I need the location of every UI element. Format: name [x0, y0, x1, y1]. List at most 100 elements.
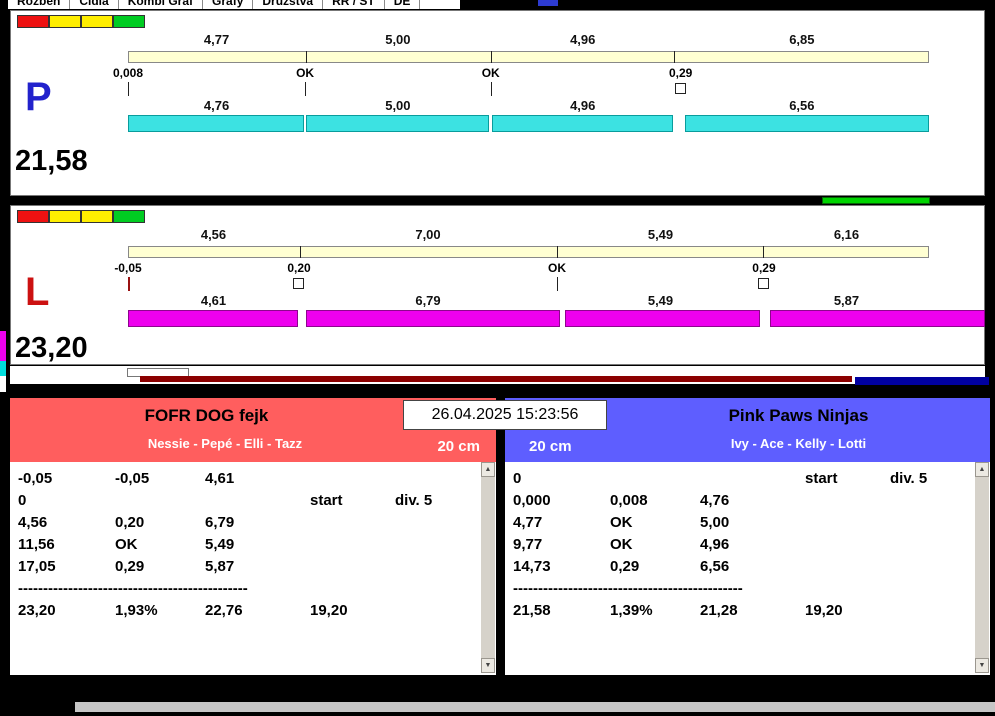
start-light-red — [17, 15, 49, 28]
cell: 22,76 — [205, 602, 243, 619]
split-time-label: 5,00 — [385, 32, 411, 47]
split-time-label: 4,56 — [200, 227, 227, 242]
green-progress-bar — [822, 197, 930, 204]
table-row-total[interactable]: 21,58 1,39% 21,28 19,20 — [505, 600, 990, 622]
cell — [310, 512, 395, 534]
edge-fragment-cyan — [0, 361, 6, 376]
window-fragment — [538, 0, 558, 6]
cell: 1,93% — [115, 602, 158, 619]
scrollbar[interactable]: ▲ ▼ — [481, 462, 495, 673]
cell: 4,61 — [205, 470, 235, 487]
cell: 0,008 — [610, 492, 648, 509]
crossing-time-label: 0,008 — [112, 66, 144, 80]
table-row[interactable]: 0 start div. 5 — [505, 468, 990, 490]
run-bar-segment — [306, 115, 490, 132]
bar-tick — [305, 51, 307, 63]
table-row[interactable]: 0 start div. 5 — [10, 490, 496, 512]
crossing-time-label: OK — [481, 66, 500, 80]
cell: 5,00 — [700, 514, 730, 531]
table-row[interactable]: 4,77 OK 5,00 — [505, 512, 990, 534]
crossing-time-label: -0,05 — [114, 261, 142, 275]
jump-height: 20 cm — [529, 438, 572, 455]
cell — [805, 534, 890, 556]
lane-panel-p: 4,77 5,00 4,96 6,85 0,008 OK OK 0,29 4,7… — [10, 10, 985, 196]
bar-tick — [490, 51, 492, 63]
cell: 0 — [18, 492, 27, 509]
table-row-total[interactable]: 23,20 1,93% 22,76 19,20 — [10, 600, 496, 622]
crossing-time-label: OK — [548, 261, 566, 275]
tab-kombi-graf[interactable]: Kombi Graf — [118, 0, 204, 9]
cell: 23,20 — [18, 602, 56, 619]
lane-l-splits-bottom: 4,61 6,79 5,49 5,87 — [128, 293, 929, 309]
start-light-yellow-1 — [49, 210, 81, 223]
scroll-up-button[interactable]: ▲ — [975, 462, 989, 477]
table-row[interactable]: 14,73 0,29 6,56 — [505, 556, 990, 578]
crossing-time-label: 0,29 — [669, 66, 693, 80]
team-name: FOFR DOG fejk — [144, 406, 269, 425]
split-time-label: 6,56 — [789, 98, 815, 113]
app-window: Rozběh Čidla Kombi Graf Grafy Družstva R… — [0, 0, 995, 716]
cell: start — [805, 470, 838, 487]
split-time-label: 5,49 — [647, 293, 674, 308]
tab-rozbeh[interactable]: Rozběh — [8, 0, 71, 9]
split-time-label: 6,79 — [415, 293, 441, 308]
team-panel-right: Pink Paws Ninjas Ivy - Ace - Kelly - Lot… — [505, 398, 990, 675]
lane-p-run-bars — [128, 115, 929, 132]
lane-p-splits-top: 4,77 5,00 4,96 6,85 — [128, 32, 929, 48]
scrollbar[interactable]: ▲ ▼ — [975, 462, 989, 673]
lane-total-time: 21,58 — [15, 145, 88, 177]
cell: start — [310, 492, 343, 509]
tab-druzstva[interactable]: Družstva — [253, 0, 324, 9]
cell: 0,000 — [513, 492, 551, 509]
lane-panel-l: 4,56 7,00 5,49 6,16 -0,05 0,20 OK 0,29 4… — [10, 205, 986, 365]
team-dogs: Nessie - Pepé - Elli - Tazz — [147, 436, 303, 451]
table-row[interactable]: 11,56 OK 5,49 — [10, 534, 496, 556]
run-bar-segment — [128, 115, 304, 132]
lane-p-tick-row — [128, 82, 929, 97]
scroll-up-button[interactable]: ▲ — [481, 462, 495, 477]
results-list[interactable]: -0,05 -0,05 4,61 0 start div. 5 4,56 0,2… — [10, 462, 496, 675]
tab-rr-st[interactable]: RR / ST — [323, 0, 385, 9]
crossing-marker-box — [757, 278, 769, 289]
results-list[interactable]: 0 start div. 5 0,000 0,008 4,76 4,77 OK … — [505, 462, 990, 675]
cell: 5,87 — [205, 558, 235, 575]
lane-l-timeline: 4,56 7,00 5,49 6,16 -0,05 0,20 OK 0,29 4… — [114, 206, 986, 364]
lane-letter: P — [25, 75, 52, 119]
cell: 0 — [513, 470, 522, 487]
table-row[interactable]: 4,56 0,20 6,79 — [10, 512, 496, 534]
cell: 11,56 — [18, 536, 55, 553]
table-row[interactable]: 0,000 0,008 4,76 — [505, 490, 990, 512]
table-row[interactable]: 9,77 OK 4,96 — [505, 534, 990, 556]
cell: 21,58 — [513, 602, 551, 619]
tab-grafy[interactable]: Grafy — [203, 0, 254, 9]
cell — [805, 556, 890, 578]
table-row[interactable]: 17,05 0,29 5,87 — [10, 556, 496, 578]
bottom-strip — [10, 366, 985, 384]
run-bar-segment — [305, 310, 560, 327]
split-time-label: 6,16 — [833, 227, 860, 242]
cell — [310, 534, 395, 556]
run-bar-segment — [565, 310, 760, 327]
scroll-down-button[interactable]: ▼ — [975, 658, 989, 673]
bar-tick — [299, 246, 301, 258]
cell: 1,39% — [610, 602, 653, 619]
table-row[interactable]: -0,05 -0,05 4,61 — [10, 468, 496, 490]
crossing-tick — [305, 82, 307, 96]
cell: 4,76 — [700, 492, 730, 509]
run-bar-segment — [491, 115, 674, 132]
tab-cidla[interactable]: Čidla — [70, 0, 119, 9]
cell: -0,05 — [115, 470, 150, 487]
cell — [310, 556, 395, 578]
ideal-time-bar — [128, 51, 929, 63]
team-dogs: Ivy - Ace - Kelly - Lotti — [730, 436, 867, 451]
scroll-down-button[interactable]: ▼ — [481, 658, 495, 673]
crossing-tick — [490, 82, 492, 96]
cell: 6,79 — [205, 514, 235, 531]
cell: 21,28 — [700, 602, 738, 619]
cell: OK — [610, 536, 633, 553]
tab-de[interactable]: DE — [384, 0, 421, 9]
split-time-label: 5,87 — [833, 293, 860, 308]
lane-l-splits-top: 4,56 7,00 5,49 6,16 — [128, 227, 929, 243]
cell: 6,56 — [700, 558, 730, 575]
crossing-tick — [557, 277, 559, 291]
